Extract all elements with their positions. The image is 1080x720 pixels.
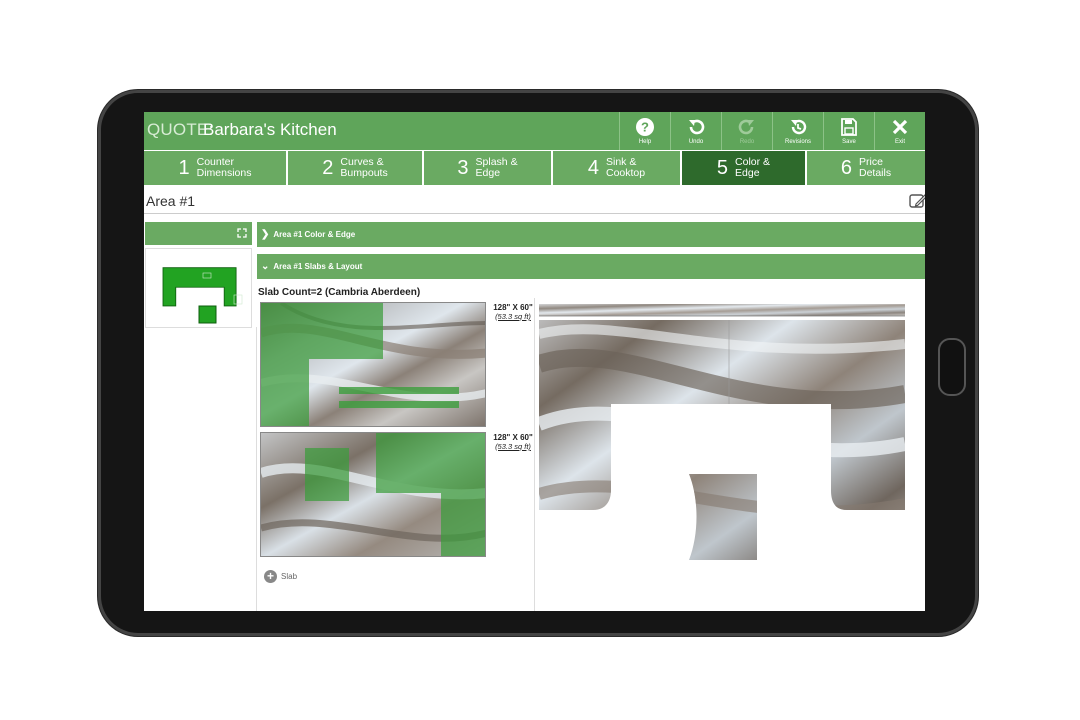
app-header: QUOTE: Barbara's Kitchen ? Help Undo Red… <box>144 112 925 150</box>
step-label-line2: Bumpouts <box>340 167 388 179</box>
color-edge-section-bar[interactable]: ❯ Area #1 Color & Edge <box>257 222 925 247</box>
svg-text:?: ? <box>641 120 649 135</box>
revisions-icon <box>791 119 807 135</box>
slab-count: Slab Count=2 (Cambria Aberdeen) <box>258 287 421 298</box>
add-slab-label: Slab <box>281 572 298 581</box>
redo-label: Redo <box>739 139 755 145</box>
step-label-line2: Edge <box>475 167 501 179</box>
slab-2-image <box>261 433 485 556</box>
slab-2[interactable] <box>260 432 486 557</box>
color-edge-section-title: Area #1 Color & Edge <box>273 230 356 239</box>
exit-label: Exit <box>894 139 905 145</box>
save-button[interactable]: Save <box>823 112 874 150</box>
step-number: 5 <box>716 156 729 179</box>
step-counter-dimensions[interactable]: 1 Counter Dimensions <box>144 151 288 185</box>
add-slab-button[interactable]: + Slab <box>264 570 297 583</box>
step-number: 4 <box>587 156 599 179</box>
save-label: Save <box>842 139 856 145</box>
countertop-layout-preview[interactable] <box>539 304 905 562</box>
step-price-details[interactable]: 6 Price Details <box>807 151 925 185</box>
layout-divider <box>534 298 535 611</box>
help-icon: ? <box>636 118 654 136</box>
save-icon <box>841 118 857 136</box>
step-number: 3 <box>457 156 469 179</box>
step-number: 1 <box>178 156 190 179</box>
undo-label: Undo <box>688 139 704 145</box>
step-splash-edge[interactable]: 3 Splash & Edge <box>424 151 553 185</box>
slabs-layout-section-title: Area #1 Slabs & Layout <box>273 262 363 271</box>
revisions-label: Revisions <box>784 139 811 145</box>
undo-button[interactable]: Undo <box>670 112 721 150</box>
step-label-line2: Details <box>859 167 892 179</box>
slab-1-dimensions: 128" X 60" (53.3 sq ft) <box>493 303 533 321</box>
step-nav: 1 Counter Dimensions 2 Curves & Bumpouts 3… <box>144 150 925 186</box>
slab-2-area: (53.3 sq ft) <box>495 442 531 451</box>
chevron-right-icon: ❯ <box>261 229 270 240</box>
quote-title: Barbara's Kitchen <box>203 120 337 139</box>
countertop-thumbnail-shape <box>162 267 243 324</box>
toolbar: ? Help Undo Redo Revisions Save Exit <box>619 112 925 150</box>
step-number: 2 <box>322 156 334 179</box>
panel-divider <box>256 327 257 611</box>
step-label-line2: Cooktop <box>606 167 646 179</box>
slab-1-size: 128" X 60" <box>493 303 533 312</box>
exit-button[interactable]: Exit <box>874 112 925 150</box>
slab-2-size: 128" X 60" <box>493 433 533 442</box>
slab-1-image <box>261 303 485 426</box>
step-label-line2: Dimensions <box>196 167 252 179</box>
step-sink-cooktop[interactable]: 4 Sink & Cooktop <box>553 151 682 185</box>
area-title: Area #1 <box>146 193 196 209</box>
slab-2-dimensions: 128" X 60" (53.3 sq ft) <box>493 433 533 451</box>
help-button[interactable]: ? Help <box>619 112 670 150</box>
step-label-line2: Edge <box>735 167 760 179</box>
slabs-layout-section-bar[interactable]: ⌄ Area #1 Slabs & Layout <box>257 254 925 279</box>
slab-1[interactable] <box>260 302 486 427</box>
slab-1-area: (53.3 sq ft) <box>495 312 531 321</box>
redo-button[interactable]: Redo <box>721 112 772 150</box>
tablet-home-button <box>938 338 966 396</box>
revisions-button[interactable]: Revisions <box>772 112 823 150</box>
step-color-edge[interactable]: 5 Color & Edge <box>682 151 807 185</box>
plus-icon: + <box>264 570 277 583</box>
help-label: Help <box>638 139 652 145</box>
layout-thumbnail[interactable] <box>145 248 252 328</box>
divider <box>144 213 925 214</box>
undo-icon <box>689 119 705 135</box>
edit-icon[interactable] <box>909 193 925 209</box>
expand-icon[interactable] <box>237 228 247 238</box>
app-screen: QUOTE: Barbara's Kitchen ? Help Undo Red… <box>144 112 925 611</box>
step-number: 6 <box>840 156 852 179</box>
close-icon <box>892 119 908 135</box>
thumbnail-header <box>145 222 252 245</box>
chevron-down-icon: ⌄ <box>261 261 270 272</box>
step-curves-bumpouts[interactable]: 2 Curves & Bumpouts <box>288 151 424 185</box>
redo-icon <box>738 119 754 135</box>
